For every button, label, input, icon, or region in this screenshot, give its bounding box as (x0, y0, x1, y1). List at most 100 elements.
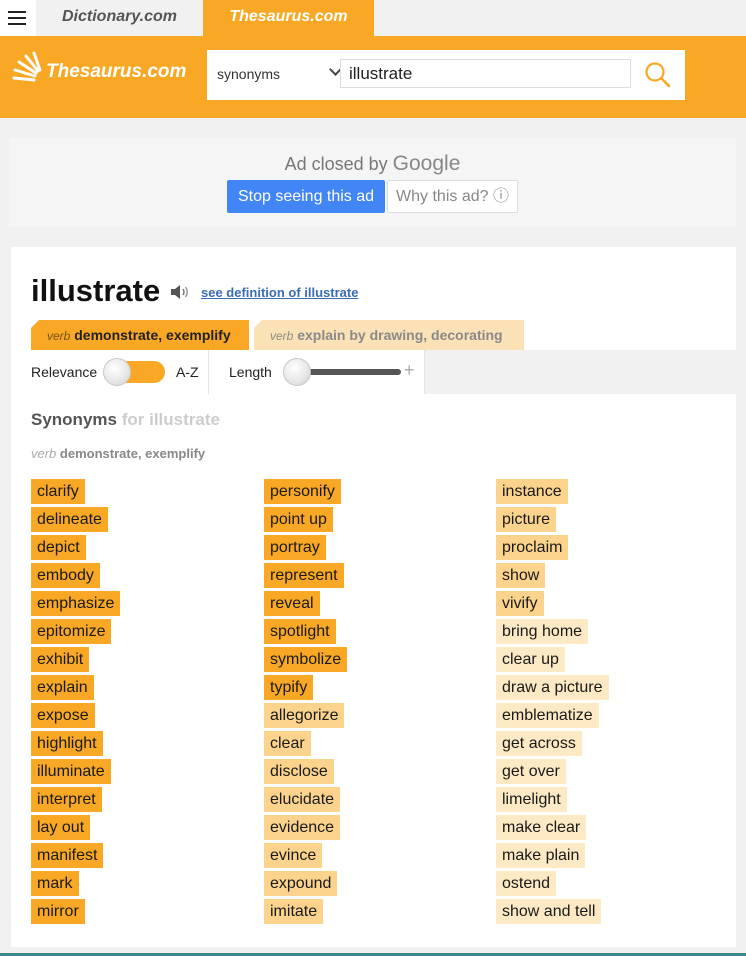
synonym-word[interactable]: clear (264, 731, 311, 756)
synonym-word[interactable]: illuminate (31, 759, 111, 784)
tab-dictionary[interactable]: Dictionary.com (38, 0, 201, 36)
synonym-chip[interactable]: personify (264, 479, 484, 507)
synonym-chip[interactable]: expound (264, 871, 484, 899)
synonym-word[interactable]: typify (264, 675, 314, 700)
synonym-chip[interactable]: get over (496, 759, 716, 787)
synonym-word[interactable]: personify (264, 479, 341, 504)
synonym-word[interactable]: proclaim (496, 535, 569, 560)
synonym-word[interactable]: mirror (31, 899, 85, 924)
synonym-word[interactable]: emphasize (31, 591, 121, 616)
synonym-chip[interactable]: emphasize (31, 591, 251, 619)
synonym-chip[interactable]: epitomize (31, 619, 251, 647)
synonym-word[interactable]: epitomize (31, 619, 112, 644)
synonym-word[interactable]: delineate (31, 507, 108, 532)
synonym-word[interactable]: evince (264, 843, 323, 868)
synonym-word[interactable]: vivify (496, 591, 544, 616)
synonym-chip[interactable]: limelight (496, 787, 716, 815)
synonym-chip[interactable]: proclaim (496, 535, 716, 563)
synonym-word[interactable]: disclose (264, 759, 334, 784)
synonym-chip[interactable]: reveal (264, 591, 484, 619)
synonym-word[interactable]: mark (31, 871, 79, 896)
synonym-chip[interactable]: manifest (31, 843, 251, 871)
synonym-word[interactable]: elucidate (264, 787, 341, 812)
synonym-word[interactable]: draw a picture (496, 675, 609, 700)
stop-seeing-ad-button[interactable]: Stop seeing this ad (227, 180, 385, 213)
synonym-word[interactable]: portray (264, 535, 326, 560)
synonym-word[interactable]: bring home (496, 619, 589, 644)
synonym-chip[interactable]: evince (264, 843, 484, 871)
synonym-chip[interactable]: exhibit (31, 647, 251, 675)
synonym-word[interactable]: show and tell (496, 899, 602, 924)
synonym-word[interactable]: clarify (31, 479, 85, 504)
synonym-chip[interactable]: typify (264, 675, 484, 703)
synonym-chip[interactable]: allegorize (264, 703, 484, 731)
synonym-word[interactable]: represent (264, 563, 344, 588)
synonym-chip[interactable]: evidence (264, 815, 484, 843)
synonym-word[interactable]: get across (496, 731, 582, 756)
synonym-word[interactable]: expose (31, 703, 95, 728)
synonym-word[interactable]: clear up (496, 647, 565, 672)
synonym-chip[interactable]: spotlight (264, 619, 484, 647)
synonym-word[interactable]: evidence (264, 815, 341, 840)
synonym-chip[interactable]: expose (31, 703, 251, 731)
tab-thesaurus[interactable]: Thesaurus.com (203, 0, 374, 36)
synonym-chip[interactable]: ostend (496, 871, 716, 899)
synonym-chip[interactable]: vivify (496, 591, 716, 619)
synonym-chip[interactable]: elucidate (264, 787, 484, 815)
synonym-word[interactable]: make plain (496, 843, 586, 868)
synonym-chip[interactable]: interpret (31, 787, 251, 815)
synonym-word[interactable]: ostend (496, 871, 557, 896)
synonym-chip[interactable]: portray (264, 535, 484, 563)
synonym-word[interactable]: make clear (496, 815, 587, 840)
synonym-word[interactable]: allegorize (264, 703, 345, 728)
synonym-word[interactable]: get over (496, 759, 566, 784)
hamburger-menu-icon[interactable] (0, 0, 36, 36)
synonym-chip[interactable]: make plain (496, 843, 716, 871)
synonym-chip[interactable]: picture (496, 507, 716, 535)
synonym-chip[interactable]: emblematize (496, 703, 716, 731)
synonym-word[interactable]: embody (31, 563, 100, 588)
synonym-word[interactable]: manifest (31, 843, 104, 868)
sort-toggle-knob[interactable] (103, 358, 131, 386)
synonym-word[interactable]: imitate (264, 899, 324, 924)
synonym-chip[interactable]: draw a picture (496, 675, 716, 703)
synonym-chip[interactable]: clear (264, 731, 484, 759)
synonym-chip[interactable]: depict (31, 535, 251, 563)
synonym-chip[interactable]: symbolize (264, 647, 484, 675)
synonym-word[interactable]: limelight (496, 787, 567, 812)
synonym-word[interactable]: spotlight (264, 619, 336, 644)
synonym-chip[interactable]: mirror (31, 899, 251, 927)
search-type-select[interactable]: synonyms (217, 60, 342, 88)
sense-tab-demonstrate[interactable]: verb demonstrate, exemplify (31, 320, 249, 350)
synonym-word[interactable]: depict (31, 535, 86, 560)
synonym-word[interactable]: reveal (264, 591, 320, 616)
synonym-chip[interactable]: illuminate (31, 759, 251, 787)
synonym-chip[interactable]: point up (264, 507, 484, 535)
synonym-word[interactable]: emblematize (496, 703, 599, 728)
synonym-word[interactable]: exhibit (31, 647, 90, 672)
search-button[interactable] (643, 60, 673, 90)
synonym-chip[interactable]: clear up (496, 647, 716, 675)
synonym-chip[interactable]: lay out (31, 815, 251, 843)
synonym-chip[interactable]: instance (496, 479, 716, 507)
why-this-ad-button[interactable]: Why this ad? ⓘ (387, 180, 518, 213)
synonym-word[interactable]: highlight (31, 731, 103, 756)
synonym-word[interactable]: show (496, 563, 546, 588)
synonym-chip[interactable]: get across (496, 731, 716, 759)
search-input[interactable] (340, 59, 631, 88)
synonym-chip[interactable]: highlight (31, 731, 251, 759)
synonym-chip[interactable]: delineate (31, 507, 251, 535)
synonym-word[interactable]: picture (496, 507, 557, 532)
synonym-chip[interactable]: embody (31, 563, 251, 591)
synonym-chip[interactable]: represent (264, 563, 484, 591)
synonym-chip[interactable]: disclose (264, 759, 484, 787)
synonym-word[interactable]: interpret (31, 787, 102, 812)
synonym-chip[interactable]: bring home (496, 619, 716, 647)
synonym-word[interactable]: instance (496, 479, 568, 504)
length-slider-knob[interactable] (283, 358, 311, 386)
synonym-word[interactable]: explain (31, 675, 94, 700)
synonym-word[interactable]: point up (264, 507, 333, 532)
sense-tab-explain[interactable]: verb explain by drawing, decorating (254, 320, 524, 350)
synonym-word[interactable]: symbolize (264, 647, 348, 672)
synonym-word[interactable]: expound (264, 871, 338, 896)
